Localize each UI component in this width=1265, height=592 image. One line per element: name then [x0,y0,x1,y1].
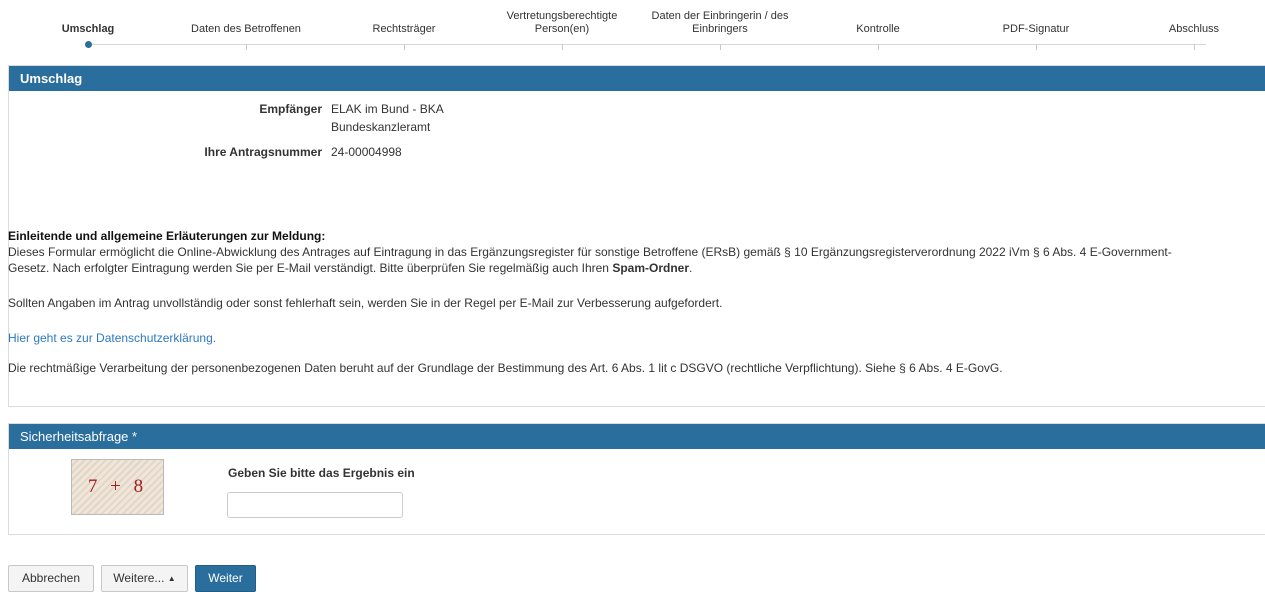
empfaenger-label: Empfänger [259,102,322,116]
caret-up-icon: ▲ [167,574,176,583]
step-tick [1036,44,1037,50]
captcha-image: 7 + 8 [71,459,164,515]
step-tick [246,44,247,50]
sicherheitsabfrage-panel: Sicherheitsabfrage * [8,423,1265,535]
step-tick [720,44,721,50]
step-label: Daten des Betroffenen [191,23,301,35]
progress-stepper: Umschlag Daten des Betroffenen Rechtsträ… [0,0,1265,60]
intro-heading: Einleitende und allgemeine Erläuterungen… [8,229,326,243]
abbrechen-button[interactable]: Abbrechen [8,565,94,592]
stepper-line [88,44,1206,45]
empfaenger-line2: Bundeskanzleramt [331,120,431,134]
weitere-label: Weitere... [113,571,165,585]
captcha-answer-input[interactable] [227,492,403,518]
step-tick [404,44,405,50]
umschlag-panel-title: Umschlag [9,66,1265,91]
weiter-button[interactable]: Weiter [195,565,256,592]
captcha-text: 7 + 8 [87,476,148,497]
weitere-dropdown-button[interactable]: Weitere... ▲ [101,565,188,592]
step-label: PDF-Signatur [1002,23,1070,35]
step-tick [1194,44,1195,50]
spam-ordner-emphasis: Spam-Ordner [612,261,689,275]
antragsnummer-label: Ihre Antragsnummer [204,145,322,159]
step-label: Umschlag [61,23,115,35]
step-label: Daten der Einbringerin / des Einbringers [651,10,789,35]
current-step-dot [85,41,92,48]
rechtsgrundlage-text: Die rechtmäßige Verarbeitung der persone… [8,361,1003,375]
sicherheitsabfrage-title: Sicherheitsabfrage * [9,424,1265,449]
antragsnummer-value: 24-00004998 [331,145,402,159]
step-label: Rechtsträger [372,23,436,35]
fehler-hinweis: Sollten Angaben im Antrag unvollständig … [8,296,723,310]
captcha-prompt: Geben Sie bitte das Ergebnis ein [228,466,415,480]
datenschutz-link[interactable]: Hier geht es zur Datenschutzerklärung. [8,330,216,346]
step-tick [878,44,879,50]
step-label: Vertretungsberechtigte Person(en) [506,10,618,35]
empfaenger-line1: ELAK im Bund - BKA [331,102,444,116]
intro-text-line1: Dieses Formular ermöglicht die Online-Ab… [8,245,1172,259]
intro-text-line2: Gesetz. Nach erfolgter Eintragung werden… [8,261,693,275]
step-label: Kontrolle [856,23,900,35]
step-tick [562,44,563,50]
step-label: Abschluss [1168,23,1220,35]
